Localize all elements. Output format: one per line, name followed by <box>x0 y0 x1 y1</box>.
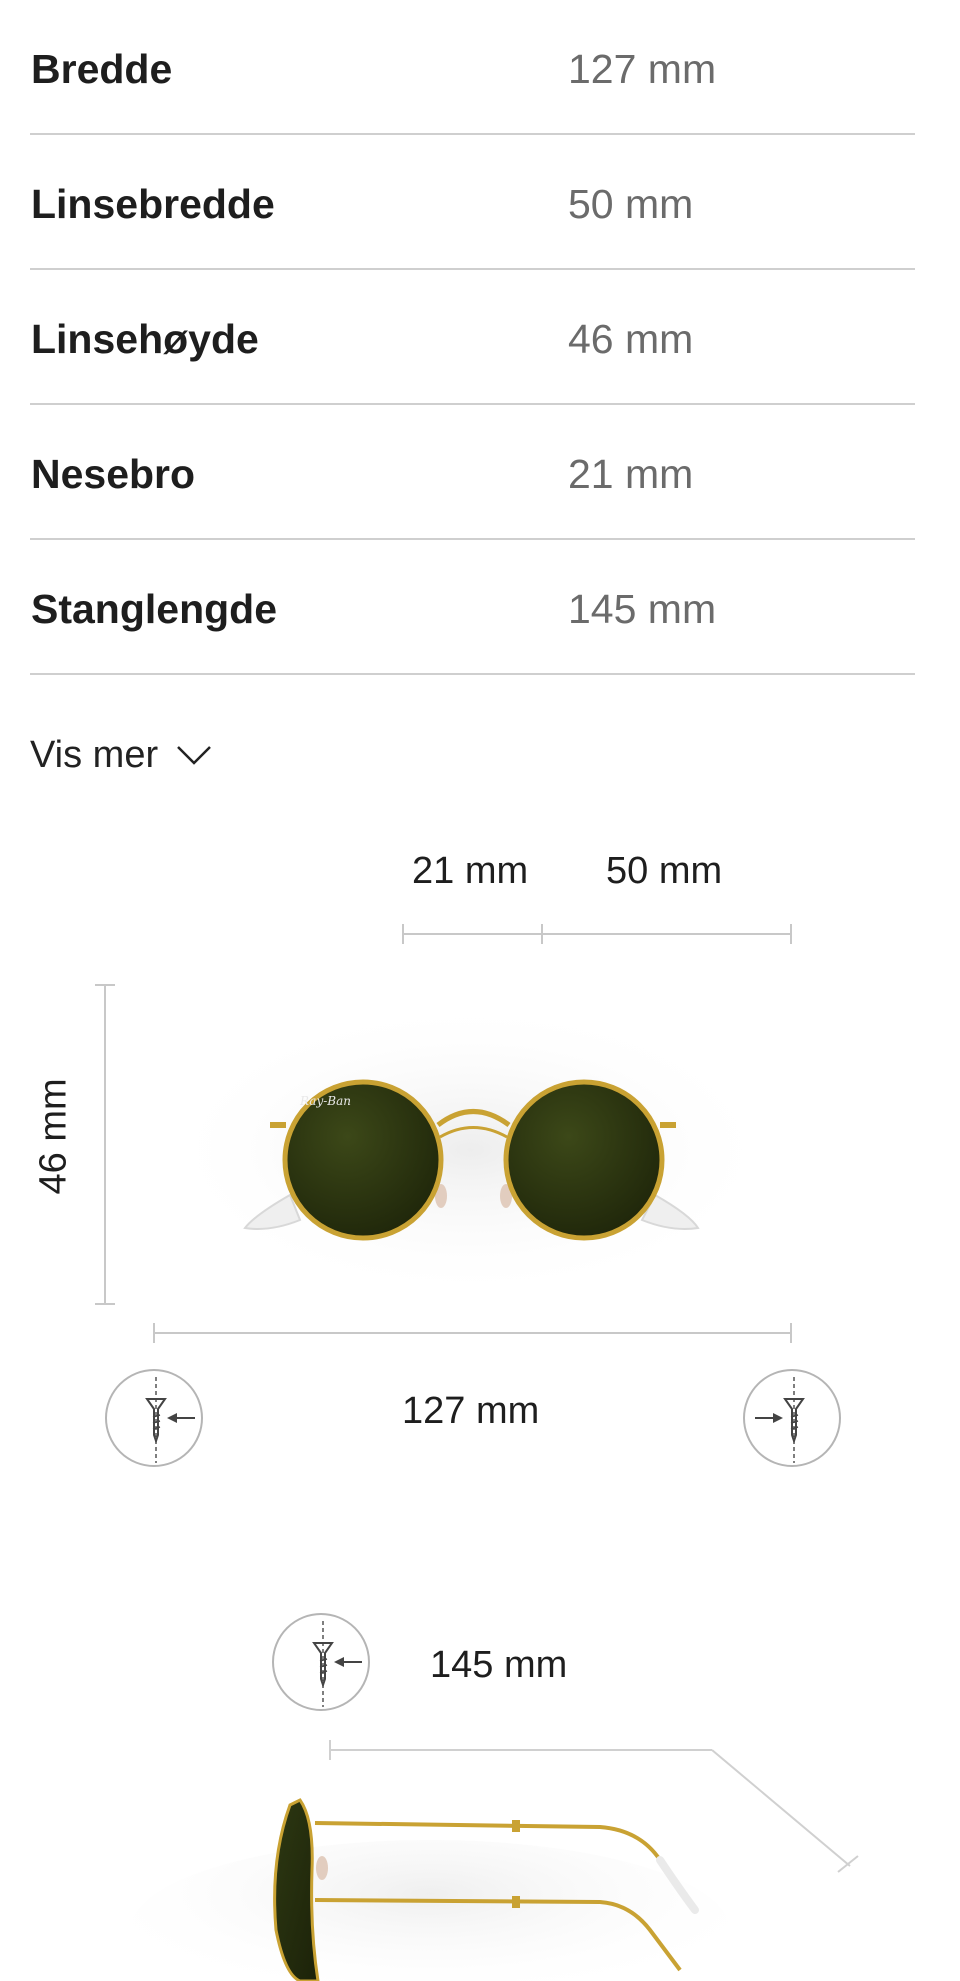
sunglasses-side-image <box>130 1798 730 1981</box>
